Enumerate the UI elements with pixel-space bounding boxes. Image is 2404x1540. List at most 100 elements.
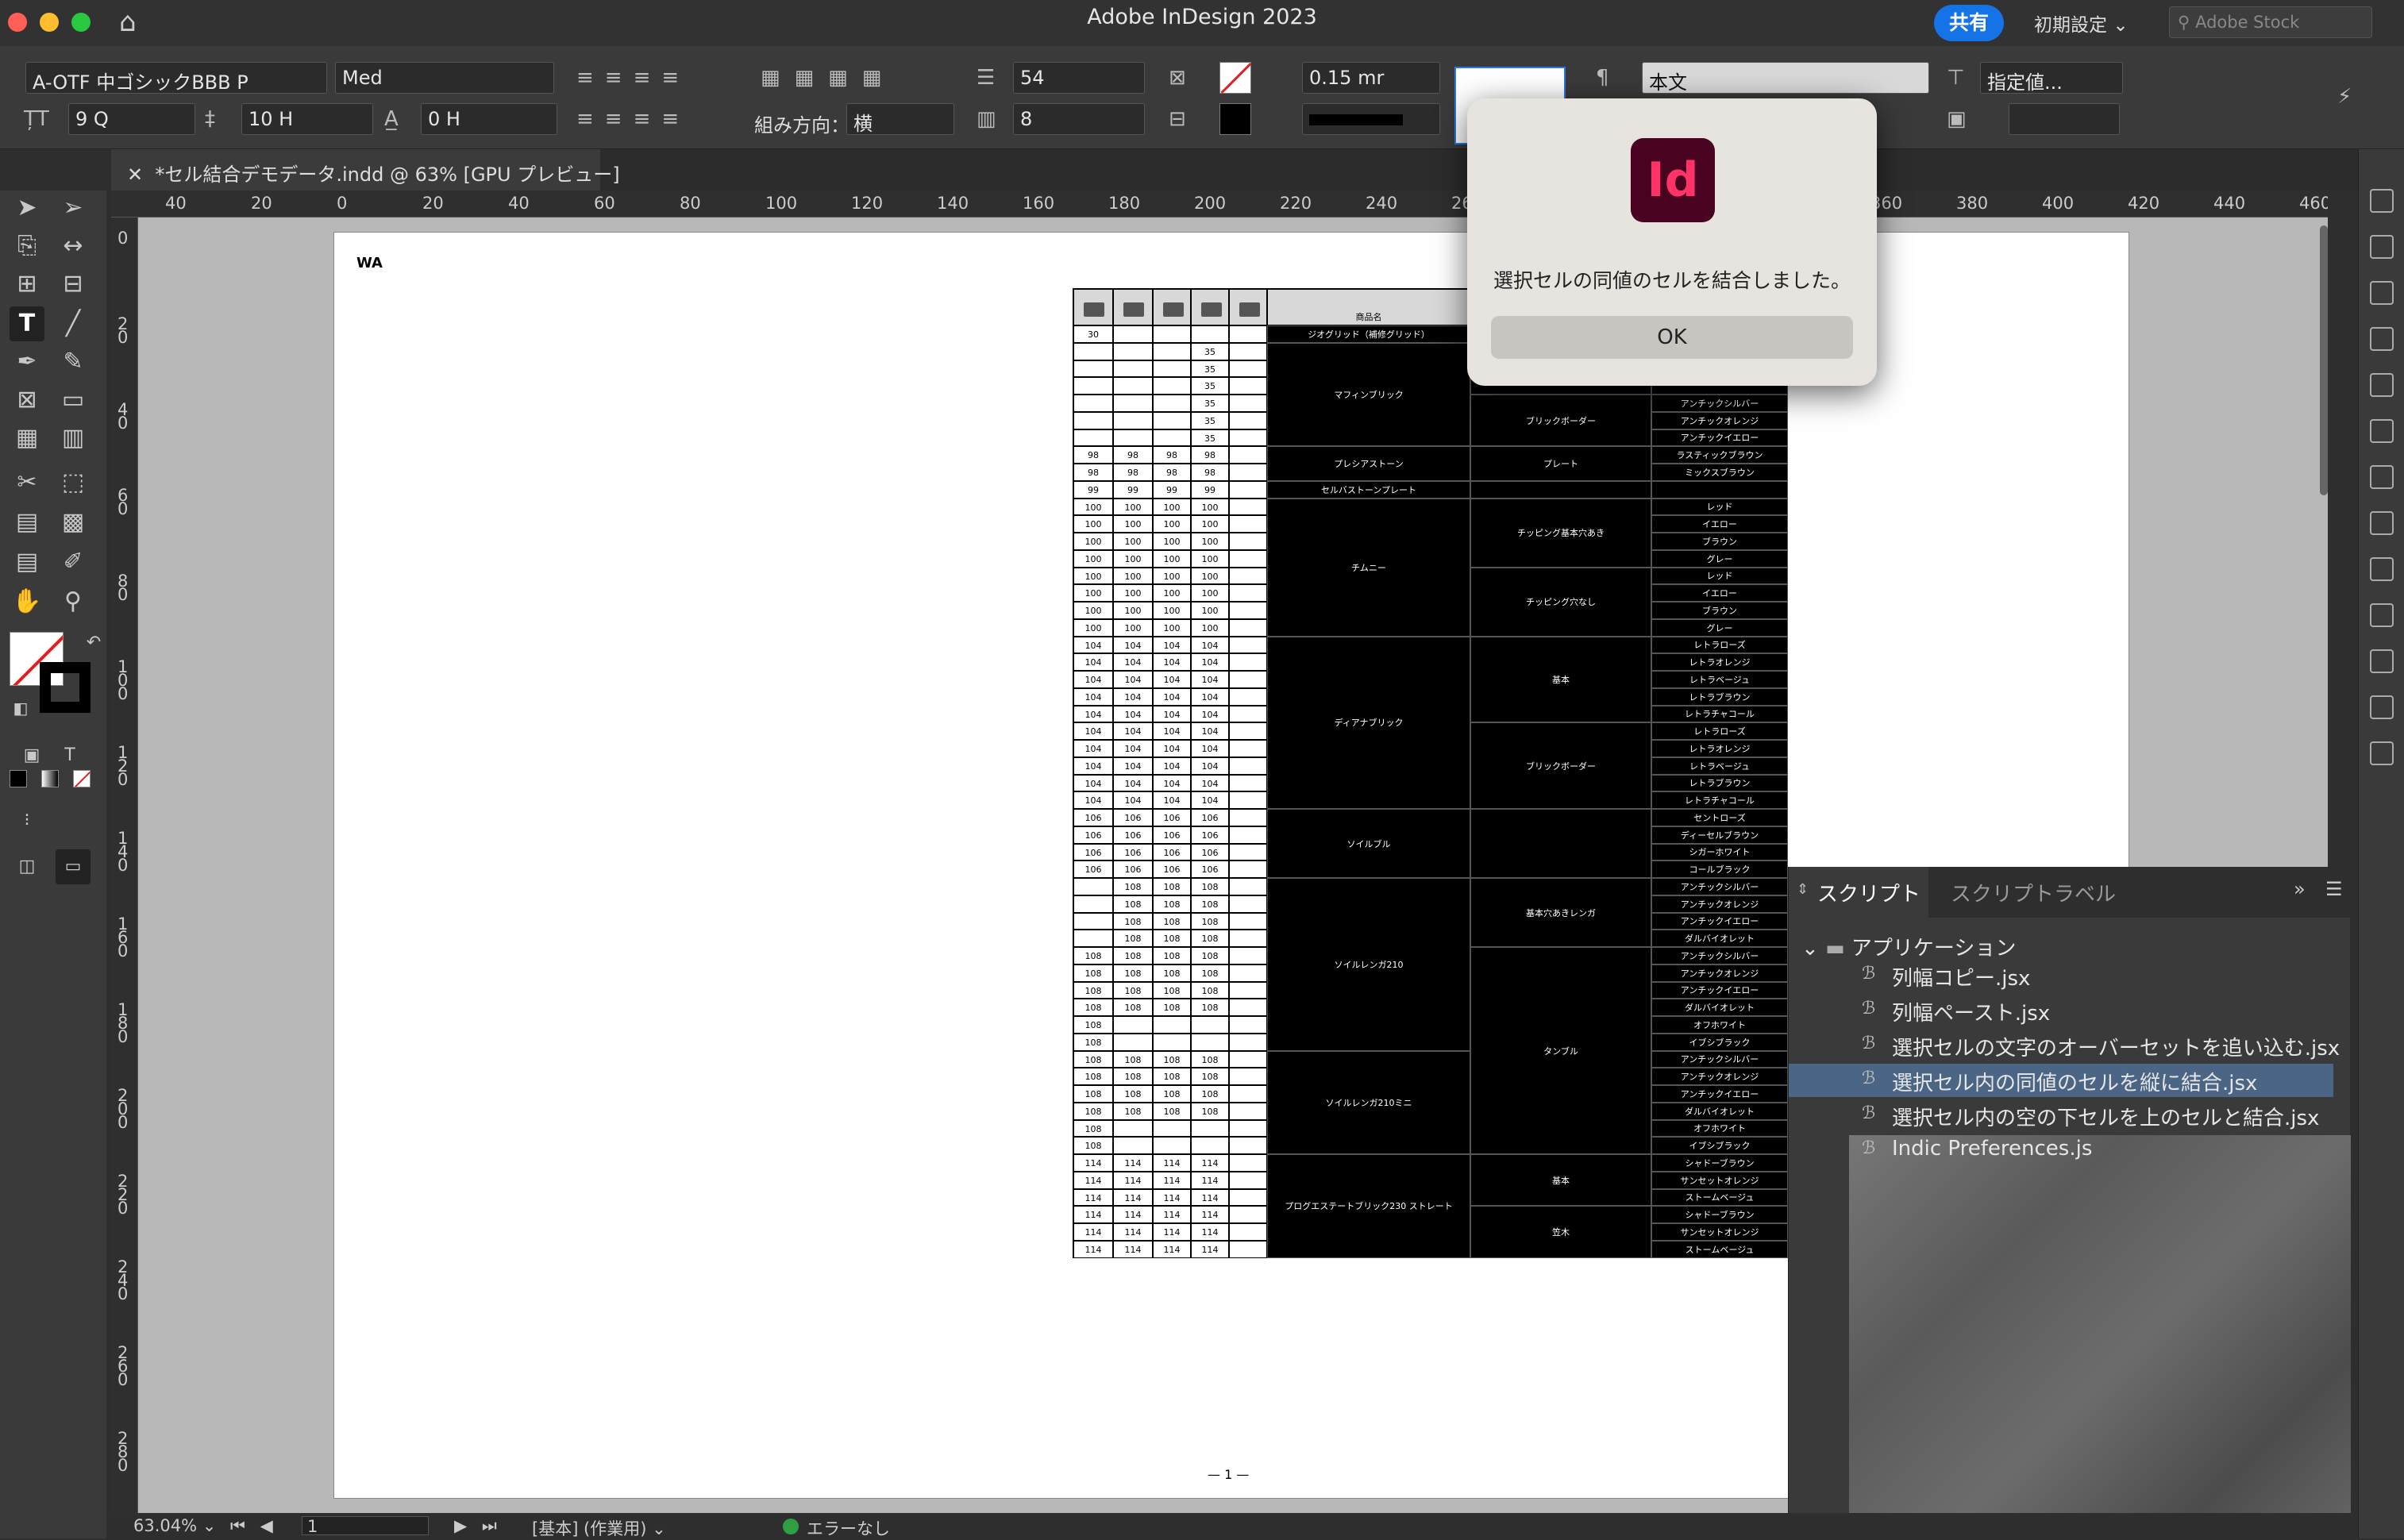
tab-scripts[interactable]: ⇕ スクリプト <box>1789 867 1928 918</box>
merged-spec-cell[interactable]: 笠木 <box>1470 1206 1651 1258</box>
table-tool-icon[interactable]: ▦ <box>10 421 44 456</box>
table-cell[interactable] <box>1229 1102 1267 1120</box>
color-cell[interactable]: イブシブラック <box>1651 1137 1788 1154</box>
color-cell[interactable]: グレー <box>1651 549 1788 568</box>
pen-tool-icon[interactable]: ✒ <box>10 345 44 379</box>
table-cell[interactable]: 114 <box>1113 1240 1153 1258</box>
close-tab-icon[interactable]: ✕ <box>127 164 143 186</box>
merged-spec-cell[interactable]: 基本穴あきレンガ <box>1470 878 1651 947</box>
table-cell[interactable]: 100 <box>1191 618 1229 637</box>
table-cell[interactable] <box>1153 360 1191 378</box>
table-cell[interactable]: 100 <box>1191 567 1229 585</box>
table-cell[interactable] <box>1229 964 1267 982</box>
table-cell[interactable]: 108 <box>1153 1050 1191 1068</box>
table-cell[interactable] <box>1229 1050 1267 1068</box>
table-cell[interactable] <box>1229 653 1267 671</box>
table-cell[interactable] <box>1229 1188 1267 1207</box>
scripts-icon[interactable] <box>2370 741 2394 765</box>
spec-cell[interactable] <box>1470 480 1651 499</box>
color-cell[interactable]: レトラチャコール <box>1651 791 1788 809</box>
color-cell[interactable]: レトラチャコール <box>1651 705 1788 723</box>
rectangle-tool-icon[interactable]: ▭ <box>56 383 91 418</box>
table-cell[interactable] <box>1073 342 1113 360</box>
color-cell[interactable]: ストームベージュ <box>1651 1240 1788 1258</box>
table-cell[interactable] <box>1113 342 1153 360</box>
table-cell[interactable]: 35 <box>1191 429 1229 447</box>
table-cell[interactable]: 108 <box>1153 999 1191 1016</box>
rectangle-frame-tool-icon[interactable]: ⊠ <box>10 383 44 418</box>
color-cell[interactable]: ストームベージュ <box>1651 1188 1788 1207</box>
page-tool-icon[interactable]: ⎘ <box>10 229 44 264</box>
cc-libraries-icon[interactable] <box>2370 465 2394 489</box>
table-cell[interactable]: 114 <box>1113 1154 1153 1172</box>
table-cell[interactable]: 98 <box>1073 464 1113 481</box>
table-cell[interactable] <box>1229 705 1267 723</box>
table-cell[interactable]: 104 <box>1191 757 1229 775</box>
panel-menu-icon[interactable]: ☰ <box>2325 878 2343 900</box>
table-cell[interactable]: 106 <box>1153 843 1191 861</box>
color-cell[interactable]: イエロー <box>1651 515 1788 533</box>
align-icon[interactable] <box>2370 603 2394 627</box>
table-cell[interactable]: 108 <box>1073 947 1113 964</box>
color-cell[interactable]: ラスティックブラウン <box>1651 446 1788 464</box>
table-cell[interactable]: 104 <box>1191 740 1229 757</box>
table-cell[interactable] <box>1113 429 1153 447</box>
gap-tool-icon[interactable]: ↔ <box>56 229 91 264</box>
table-cell[interactable] <box>1229 981 1267 999</box>
ok-button[interactable]: OK <box>1491 316 1853 359</box>
table-cell[interactable] <box>1113 1016 1153 1034</box>
color-cell[interactable]: アンチックイエロー <box>1651 912 1788 930</box>
tracking-field[interactable]: 0 H <box>421 103 557 135</box>
table-cell[interactable] <box>1229 809 1267 826</box>
table-cell[interactable]: 108 <box>1073 1119 1113 1138</box>
table-cell[interactable] <box>1229 515 1267 533</box>
font-family-select[interactable]: A-OTF 中ゴシックBBB P <box>25 62 327 94</box>
table-cell[interactable]: 98 <box>1153 464 1191 481</box>
table-cell[interactable] <box>1073 395 1113 412</box>
color-cell[interactable]: サンセットオレンジ <box>1651 1171 1788 1189</box>
table-cell[interactable]: 100 <box>1191 549 1229 568</box>
merged-spec-cell[interactable]: チッピング基本穴あき <box>1470 498 1651 568</box>
table-cell[interactable]: 104 <box>1113 705 1153 723</box>
merged-product-cell[interactable]: ソイルレンガ210ミニ <box>1267 1050 1470 1154</box>
table-cell[interactable]: 104 <box>1113 687 1153 706</box>
leading-field[interactable]: 10 H <box>241 103 373 135</box>
table-cell[interactable]: 108 <box>1113 999 1153 1016</box>
table-cell[interactable]: 104 <box>1073 774 1113 792</box>
table-cell[interactable] <box>1073 930 1113 947</box>
table-cell[interactable] <box>1229 843 1267 861</box>
vertical-scrollbar[interactable] <box>2320 225 2328 495</box>
table-cell[interactable]: 104 <box>1073 705 1113 723</box>
font-size-field[interactable]: 9 Q <box>68 103 195 135</box>
table-cell[interactable] <box>1229 618 1267 637</box>
columns-field[interactable]: 8 <box>1013 103 1145 135</box>
font-style-select[interactable]: Med <box>335 62 554 94</box>
table-cell[interactable]: 114 <box>1073 1240 1113 1258</box>
table-cell[interactable]: 104 <box>1153 722 1191 740</box>
color-cell[interactable]: レトラベージュ <box>1651 671 1788 688</box>
table-cell[interactable] <box>1153 1033 1191 1051</box>
table-cell[interactable]: 35 <box>1191 360 1229 378</box>
table-cell[interactable] <box>1153 429 1191 447</box>
document-tab[interactable]: ✕ *セル結合デモデータ.indd @ 63% [GPU プレビュー] <box>111 149 620 191</box>
table-cell[interactable]: 108 <box>1113 878 1153 895</box>
table-cell[interactable]: 100 <box>1113 602 1153 619</box>
color-cell[interactable]: アンチックシルバー <box>1651 395 1788 412</box>
table-cell[interactable]: 98 <box>1191 464 1229 481</box>
table-cell[interactable]: 100 <box>1153 549 1191 568</box>
table-cell[interactable]: 106 <box>1073 826 1113 844</box>
table-cell[interactable]: 100 <box>1073 549 1113 568</box>
next-last-page-buttons[interactable]: ▶ ⏭ <box>454 1516 502 1536</box>
table-cell[interactable]: 100 <box>1113 584 1153 602</box>
color-cell[interactable]: レッド <box>1651 567 1788 585</box>
folder-row[interactable]: ⌄ ▬ アプリケーション <box>1801 932 2016 961</box>
table-cell[interactable] <box>1229 1016 1267 1034</box>
share-button[interactable]: 共有 <box>1934 5 2004 41</box>
table-cell[interactable] <box>1229 740 1267 757</box>
zoom-level[interactable]: 63.04% ⌄ <box>133 1516 216 1535</box>
default-colors-icon[interactable]: ◧ <box>3 691 38 726</box>
table-cell[interactable] <box>1229 999 1267 1016</box>
table-cell[interactable]: 108 <box>1153 930 1191 947</box>
color-cell[interactable]: レトラローズ <box>1651 722 1788 740</box>
links-icon[interactable] <box>2370 281 2394 305</box>
